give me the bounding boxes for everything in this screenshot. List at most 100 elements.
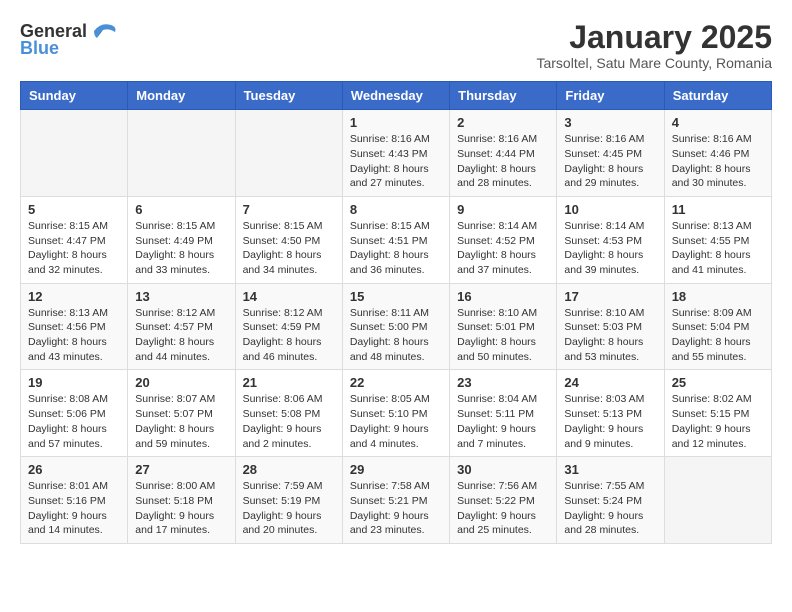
day-info: Sunrise: 8:16 AMSunset: 4:43 PMDaylight:… <box>350 132 442 191</box>
calendar-week-row: 1 Sunrise: 8:16 AMSunset: 4:43 PMDaylight… <box>21 110 772 197</box>
day-of-week-header: Tuesday <box>235 82 342 110</box>
day-info: Sunrise: 8:16 AMSunset: 4:46 PMDaylight:… <box>672 132 764 191</box>
day-info: Sunrise: 8:14 AMSunset: 4:53 PMDaylight:… <box>564 219 656 278</box>
day-number: 10 <box>564 202 656 217</box>
day-info: Sunrise: 7:59 AMSunset: 5:19 PMDaylight:… <box>243 479 335 538</box>
day-info: Sunrise: 8:04 AMSunset: 5:11 PMDaylight:… <box>457 392 549 451</box>
day-number: 28 <box>243 462 335 477</box>
calendar-week-row: 26 Sunrise: 8:01 AMSunset: 5:16 PMDayligh… <box>21 457 772 544</box>
day-info: Sunrise: 8:12 AMSunset: 4:57 PMDaylight:… <box>135 306 227 365</box>
day-number: 31 <box>564 462 656 477</box>
day-info: Sunrise: 8:16 AMSunset: 4:44 PMDaylight:… <box>457 132 549 191</box>
day-number: 1 <box>350 115 442 130</box>
page-header: General Blue January 2025 Tarsoltel, Sat… <box>20 20 772 71</box>
calendar-day-cell: 19 Sunrise: 8:08 AMSunset: 5:06 PMDayligh… <box>21 370 128 457</box>
day-number: 19 <box>28 375 120 390</box>
day-number: 21 <box>243 375 335 390</box>
day-info: Sunrise: 8:01 AMSunset: 5:16 PMDaylight:… <box>28 479 120 538</box>
calendar-day-cell: 20Sunrise: 8:07 AMSunset: 5:07 PMDayligh… <box>128 370 235 457</box>
day-number: 29 <box>350 462 442 477</box>
calendar-day-cell: 15 Sunrise: 8:11 AMSunset: 5:00 PMDayligh… <box>342 283 449 370</box>
day-info: Sunrise: 8:09 AMSunset: 5:04 PMDaylight:… <box>672 306 764 365</box>
day-info: Sunrise: 8:15 AMSunset: 4:47 PMDaylight:… <box>28 219 120 278</box>
day-number: 12 <box>28 289 120 304</box>
calendar-week-row: 12 Sunrise: 8:13 AMSunset: 4:56 PMDayligh… <box>21 283 772 370</box>
day-number: 2 <box>457 115 549 130</box>
day-info: Sunrise: 8:13 AMSunset: 4:55 PMDaylight:… <box>672 219 764 278</box>
day-info: Sunrise: 8:15 AMSunset: 4:50 PMDaylight:… <box>243 219 335 278</box>
calendar-table: SundayMondayTuesdayWednesdayThursdayFrid… <box>20 81 772 544</box>
day-number: 11 <box>672 202 764 217</box>
calendar-day-cell: 23 Sunrise: 8:04 AMSunset: 5:11 PMDayligh… <box>450 370 557 457</box>
logo: General Blue <box>20 20 119 59</box>
day-info: Sunrise: 8:07 AMSunset: 5:07 PMDaylight:… <box>135 392 227 451</box>
calendar-day-cell: 22 Sunrise: 8:05 AMSunset: 5:10 PMDayligh… <box>342 370 449 457</box>
calendar-day-cell: 18 Sunrise: 8:09 AMSunset: 5:04 PMDayligh… <box>664 283 771 370</box>
calendar-header-row: SundayMondayTuesdayWednesdayThursdayFrid… <box>21 82 772 110</box>
day-info: Sunrise: 8:11 AMSunset: 5:00 PMDaylight:… <box>350 306 442 365</box>
day-info: Sunrise: 7:58 AMSunset: 5:21 PMDaylight:… <box>350 479 442 538</box>
day-number: 24 <box>564 375 656 390</box>
day-info: Sunrise: 8:15 AMSunset: 4:49 PMDaylight:… <box>135 219 227 278</box>
month-title: January 2025 <box>536 20 772 55</box>
calendar-day-cell: 24 Sunrise: 8:03 AMSunset: 5:13 PMDayligh… <box>557 370 664 457</box>
day-info: Sunrise: 7:56 AMSunset: 5:22 PMDaylight:… <box>457 479 549 538</box>
day-number: 22 <box>350 375 442 390</box>
calendar-day-cell <box>128 110 235 197</box>
day-number: 18 <box>672 289 764 304</box>
calendar-day-cell: 26 Sunrise: 8:01 AMSunset: 5:16 PMDayligh… <box>21 457 128 544</box>
day-number: 27 <box>135 462 227 477</box>
day-number: 25 <box>672 375 764 390</box>
day-number: 3 <box>564 115 656 130</box>
day-info: Sunrise: 8:10 AMSunset: 5:03 PMDaylight:… <box>564 306 656 365</box>
day-info: Sunrise: 8:13 AMSunset: 4:56 PMDaylight:… <box>28 306 120 365</box>
day-of-week-header: Sunday <box>21 82 128 110</box>
calendar-week-row: 19 Sunrise: 8:08 AMSunset: 5:06 PMDayligh… <box>21 370 772 457</box>
calendar-day-cell: 13 Sunrise: 8:12 AMSunset: 4:57 PMDayligh… <box>128 283 235 370</box>
calendar-day-cell: 6 Sunrise: 8:15 AMSunset: 4:49 PMDaylight… <box>128 196 235 283</box>
day-info: Sunrise: 8:12 AMSunset: 4:59 PMDaylight:… <box>243 306 335 365</box>
calendar-day-cell: 29 Sunrise: 7:58 AMSunset: 5:21 PMDayligh… <box>342 457 449 544</box>
calendar-day-cell: 11 Sunrise: 8:13 AMSunset: 4:55 PMDayligh… <box>664 196 771 283</box>
calendar-day-cell <box>235 110 342 197</box>
calendar-day-cell: 21 Sunrise: 8:06 AMSunset: 5:08 PMDayligh… <box>235 370 342 457</box>
calendar-day-cell: 17 Sunrise: 8:10 AMSunset: 5:03 PMDayligh… <box>557 283 664 370</box>
day-number: 5 <box>28 202 120 217</box>
calendar-day-cell: 7Sunrise: 8:15 AMSunset: 4:50 PMDaylight… <box>235 196 342 283</box>
day-of-week-header: Monday <box>128 82 235 110</box>
calendar-day-cell: 5 Sunrise: 8:15 AMSunset: 4:47 PMDaylight… <box>21 196 128 283</box>
day-number: 6 <box>135 202 227 217</box>
day-info: Sunrise: 8:03 AMSunset: 5:13 PMDaylight:… <box>564 392 656 451</box>
day-info: Sunrise: 8:10 AMSunset: 5:01 PMDaylight:… <box>457 306 549 365</box>
day-info: Sunrise: 8:00 AMSunset: 5:18 PMDaylight:… <box>135 479 227 538</box>
day-number: 30 <box>457 462 549 477</box>
title-section: January 2025 Tarsoltel, Satu Mare County… <box>536 20 772 71</box>
day-number: 8 <box>350 202 442 217</box>
day-info: Sunrise: 8:14 AMSunset: 4:52 PMDaylight:… <box>457 219 549 278</box>
calendar-day-cell: 1 Sunrise: 8:16 AMSunset: 4:43 PMDaylight… <box>342 110 449 197</box>
day-number: 26 <box>28 462 120 477</box>
calendar-day-cell: 3 Sunrise: 8:16 AMSunset: 4:45 PMDaylight… <box>557 110 664 197</box>
calendar-day-cell: 25Sunrise: 8:02 AMSunset: 5:15 PMDayligh… <box>664 370 771 457</box>
day-number: 17 <box>564 289 656 304</box>
day-info: Sunrise: 7:55 AMSunset: 5:24 PMDaylight:… <box>564 479 656 538</box>
day-info: Sunrise: 8:16 AMSunset: 4:45 PMDaylight:… <box>564 132 656 191</box>
day-of-week-header: Wednesday <box>342 82 449 110</box>
day-info: Sunrise: 8:05 AMSunset: 5:10 PMDaylight:… <box>350 392 442 451</box>
logo-blue-text: Blue <box>20 38 59 59</box>
location-subtitle: Tarsoltel, Satu Mare County, Romania <box>536 55 772 71</box>
calendar-week-row: 5 Sunrise: 8:15 AMSunset: 4:47 PMDaylight… <box>21 196 772 283</box>
day-number: 15 <box>350 289 442 304</box>
calendar-day-cell: 31 Sunrise: 7:55 AMSunset: 5:24 PMDayligh… <box>557 457 664 544</box>
day-info: Sunrise: 8:08 AMSunset: 5:06 PMDaylight:… <box>28 392 120 451</box>
calendar-day-cell: 9Sunrise: 8:14 AMSunset: 4:52 PMDaylight… <box>450 196 557 283</box>
calendar-day-cell <box>21 110 128 197</box>
day-info: Sunrise: 8:06 AMSunset: 5:08 PMDaylight:… <box>243 392 335 451</box>
calendar-day-cell: 30 Sunrise: 7:56 AMSunset: 5:22 PMDayligh… <box>450 457 557 544</box>
day-of-week-header: Thursday <box>450 82 557 110</box>
day-number: 23 <box>457 375 549 390</box>
day-of-week-header: Friday <box>557 82 664 110</box>
calendar-day-cell: 12 Sunrise: 8:13 AMSunset: 4:56 PMDayligh… <box>21 283 128 370</box>
day-number: 13 <box>135 289 227 304</box>
logo-bird-icon <box>89 20 119 42</box>
